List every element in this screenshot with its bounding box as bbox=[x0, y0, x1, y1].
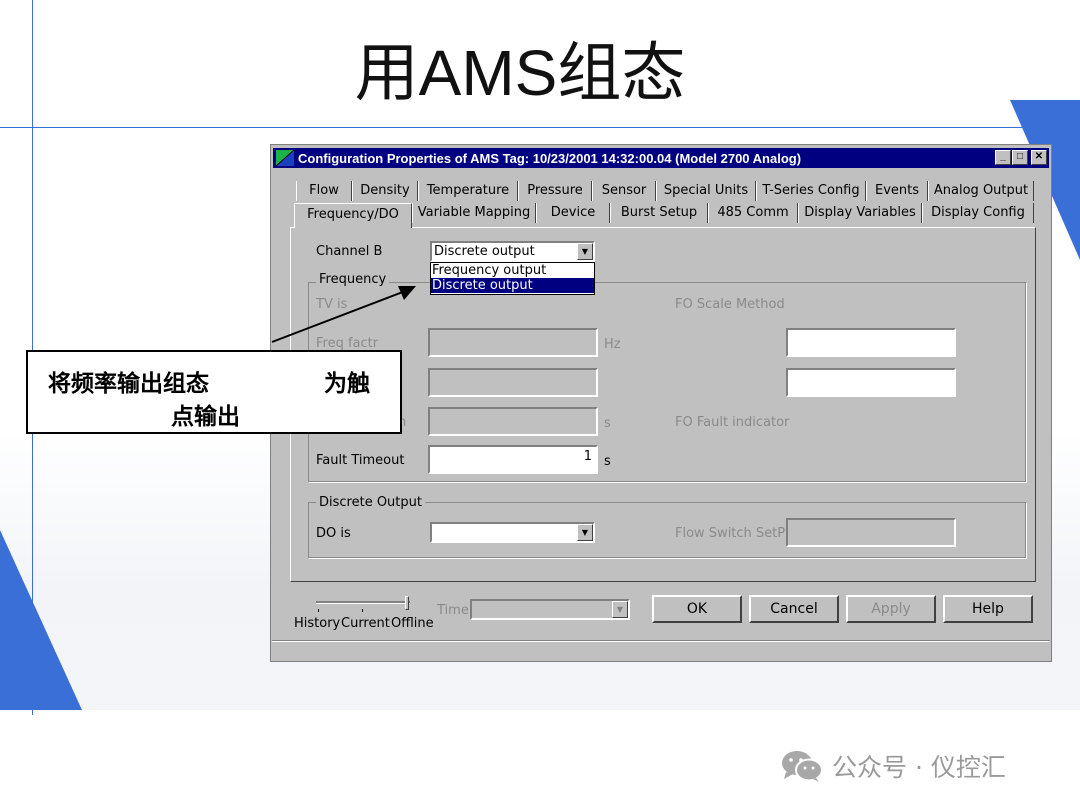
callout-line1-right: 为触 bbox=[324, 371, 370, 397]
freq-factor-field bbox=[428, 328, 598, 357]
ok-button[interactable]: OK bbox=[652, 595, 742, 623]
slider-label-current: Current bbox=[341, 616, 390, 631]
tab-frequency-do[interactable]: Frequency/DO bbox=[294, 203, 412, 228]
minimize-button[interactable]: _ bbox=[995, 150, 1011, 165]
slider-tick bbox=[362, 609, 363, 612]
slider-tick bbox=[318, 609, 319, 612]
fo-fault-indicator-label: FO Fault indicator bbox=[675, 415, 790, 430]
pulse-width-field bbox=[428, 407, 598, 436]
channel-b-label: Channel B bbox=[316, 244, 383, 259]
tab-special-units[interactable]: Special Units bbox=[656, 181, 756, 201]
channel-b-dropdown-list: Frequency output Discrete output bbox=[430, 262, 595, 295]
tab-pressure[interactable]: Pressure bbox=[518, 181, 592, 201]
channel-b-value: Discrete output bbox=[434, 244, 535, 259]
tab-485-comm[interactable]: 485 Comm bbox=[708, 203, 798, 223]
tab-device[interactable]: Device bbox=[536, 203, 610, 223]
slider-label-history: History bbox=[294, 616, 341, 631]
tab-events[interactable]: Events bbox=[866, 181, 928, 201]
tab-sensor[interactable]: Sensor bbox=[592, 181, 656, 201]
fo-scale-field-2[interactable] bbox=[786, 368, 956, 397]
footer-text: 公众号 · 仪控汇 bbox=[832, 753, 1006, 782]
close-button[interactable]: ✕ bbox=[1031, 150, 1047, 165]
hz-unit-label: Hz bbox=[604, 337, 621, 352]
fault-timeout-input[interactable]: 1 bbox=[428, 445, 598, 474]
chevron-down-icon[interactable]: ▼ bbox=[577, 524, 593, 541]
do-is-select[interactable]: ▼ bbox=[430, 522, 595, 543]
annotation-callout: 将频率输出组态 为触 点输出 bbox=[26, 350, 402, 434]
slide-corner-triangle-left bbox=[0, 530, 82, 710]
wechat-icon bbox=[782, 751, 823, 782]
fo-scale-method-label: FO Scale Method bbox=[675, 297, 785, 312]
flow-switch-setpt-label: Flow Switch SetPt bbox=[675, 526, 791, 541]
tab-density[interactable]: Density bbox=[352, 181, 418, 201]
freq-factor-label: Freq factr bbox=[316, 336, 379, 351]
tab-display-config[interactable]: Display Config bbox=[922, 203, 1034, 223]
callout-line2: 点输出 bbox=[171, 404, 240, 430]
time-select: ▼ bbox=[470, 599, 630, 620]
dropdown-option-frequency-output[interactable]: Frequency output bbox=[431, 263, 594, 278]
tab-flow[interactable]: Flow bbox=[296, 181, 352, 201]
dialog-title: Configuration Properties of AMS Tag: 10/… bbox=[298, 150, 802, 166]
help-button[interactable]: Help bbox=[943, 595, 1033, 623]
do-is-label: DO is bbox=[316, 526, 351, 541]
dropdown-option-discrete-output[interactable]: Discrete output bbox=[431, 278, 594, 293]
tab-analog-output[interactable]: Analog Output bbox=[928, 181, 1034, 201]
fault-timeout-value: 1 bbox=[583, 449, 592, 464]
tab-burst-setup[interactable]: Burst Setup bbox=[610, 203, 708, 223]
dialog-title-bar[interactable]: Configuration Properties of AMS Tag: 10/… bbox=[273, 148, 1049, 168]
pulse-width-unit: s bbox=[604, 416, 611, 431]
maximize-button[interactable]: □ bbox=[1012, 150, 1028, 165]
discrete-output-group-label: Discrete Output bbox=[316, 495, 425, 510]
tab-display-variables[interactable]: Display Variables bbox=[798, 203, 922, 223]
footer-watermark: 公众号 · 仪控汇 bbox=[780, 748, 1006, 784]
cancel-button[interactable]: Cancel bbox=[749, 595, 839, 623]
frequency-group-label: Frequency bbox=[316, 272, 390, 287]
apply-button: Apply bbox=[846, 595, 936, 623]
fault-timeout-unit: s bbox=[604, 454, 611, 469]
app-icon bbox=[276, 150, 294, 166]
chevron-down-icon: ▼ bbox=[612, 601, 628, 618]
time-label: Time bbox=[437, 603, 469, 618]
chevron-down-icon[interactable]: ▼ bbox=[577, 243, 593, 260]
slide-horizontal-line bbox=[0, 127, 1080, 128]
status-bar bbox=[272, 640, 1050, 660]
fault-timeout-label: Fault Timeout bbox=[316, 453, 405, 468]
frequency-field-2 bbox=[428, 368, 598, 397]
channel-b-select[interactable]: Discrete output ▼ bbox=[430, 241, 595, 262]
slide-title: 用AMS组态 bbox=[354, 37, 686, 109]
history-slider-thumb[interactable] bbox=[405, 596, 409, 610]
tv-is-label: TV is bbox=[316, 297, 348, 312]
tab-temperature[interactable]: Temperature bbox=[418, 181, 518, 201]
tab-t-series-config[interactable]: T-Series Config bbox=[756, 181, 866, 201]
fo-scale-field-1[interactable] bbox=[786, 328, 956, 357]
flow-switch-setpt-field bbox=[786, 518, 956, 547]
history-slider-track[interactable] bbox=[316, 601, 410, 604]
slider-label-offline: Offline bbox=[391, 616, 434, 631]
callout-line1-left: 将频率输出组态 bbox=[48, 371, 209, 397]
tab-variable-mapping[interactable]: Variable Mapping bbox=[412, 203, 536, 223]
